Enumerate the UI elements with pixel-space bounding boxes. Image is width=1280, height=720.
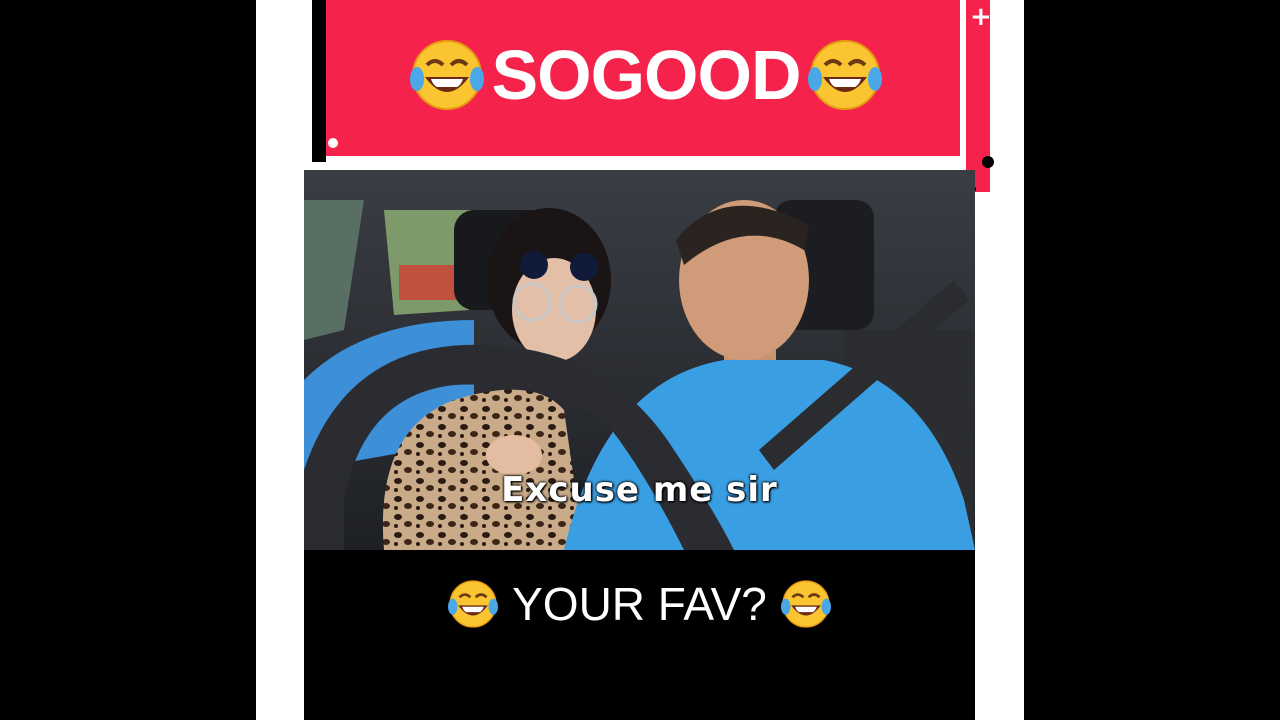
caption-text: YOUR FAV? (512, 578, 767, 630)
tears-of-joy-emoji-icon (448, 580, 499, 628)
dot-icon (982, 156, 994, 168)
tears-of-joy-emoji-icon (807, 40, 882, 110)
banner-title: SOGOOD (326, 30, 966, 120)
tears-of-joy-emoji-icon (780, 580, 831, 628)
video-subtitle: Excuse me sir (501, 470, 778, 510)
banner-title-text: SOGOOD (491, 36, 801, 114)
tears-of-joy-emoji-icon (410, 40, 485, 110)
caption: YOUR FAV? (304, 572, 975, 636)
dot-icon (328, 138, 338, 148)
plus-icon: + (970, 2, 992, 32)
